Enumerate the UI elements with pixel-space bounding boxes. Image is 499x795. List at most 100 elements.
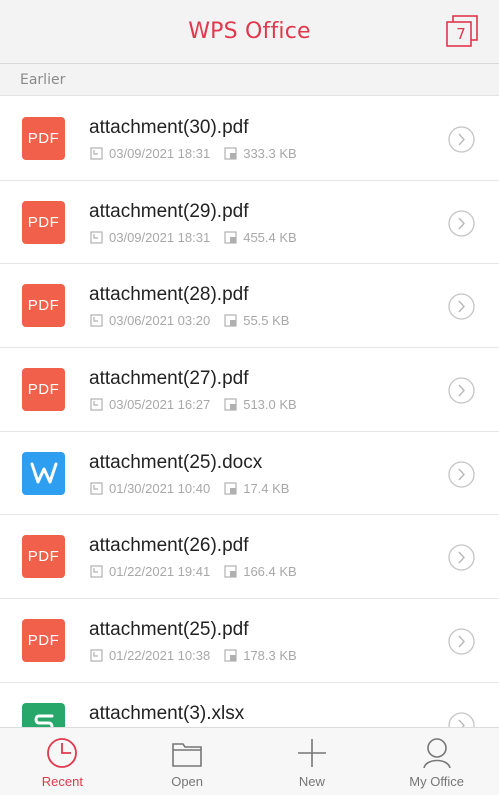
clock-small-icon [90, 649, 103, 662]
file-date: 03/05/2021 16:27 [109, 397, 211, 413]
nav-new-label: New [298, 774, 325, 789]
file-details-button[interactable] [448, 712, 475, 727]
file-row[interactable]: PDF attachment(28).pdf 03/06/2021 03:20 55.… [0, 264, 499, 349]
file-name: attachment(25).docx [89, 451, 263, 473]
file-row[interactable]: PDF attachment(25).pdf 01/22/2021 10:38 178… [0, 599, 499, 683]
file-meta: 03/06/2021 03:20 55.5 KB [90, 313, 289, 328]
bottom-nav: Recent Open New My Office [0, 727, 499, 795]
pdf-icon-label: PDF [27, 297, 60, 315]
pdf-icon-label: PDF [27, 130, 60, 147]
file-size: 455.4 KB [243, 229, 297, 245]
nav-my-office-label: My Office [409, 774, 464, 789]
xlsx-file-icon [22, 702, 65, 727]
nav-my-office[interactable]: My Office [374, 728, 499, 795]
file-size: 178.3 KB [243, 648, 297, 664]
file-date: 03/06/2021 03:20 [109, 313, 211, 329]
chevron-right-icon [448, 628, 475, 655]
user-icon [422, 738, 451, 769]
file-row[interactable]: PDF attachment(26).pdf 01/22/2021 19:41 166… [0, 515, 499, 600]
file-size-icon [224, 482, 237, 495]
file-size: 333.3 KB [243, 146, 297, 161]
nav-open[interactable]: Open [125, 728, 250, 795]
clock-small-icon [90, 314, 103, 327]
file-size: 513.0 KB [243, 397, 297, 413]
pdf-file-icon: PDF [22, 200, 65, 244]
wps-writer-glyph [30, 462, 57, 484]
tab-counter-button[interactable]: 7 [445, 14, 479, 48]
pdf-file-icon: PDF [22, 535, 65, 579]
file-details-button[interactable] [448, 544, 475, 572]
app-title: WPS Office [188, 19, 311, 44]
chevron-right-icon [448, 377, 475, 404]
file-details-button[interactable] [448, 628, 475, 655]
docx-file-icon [22, 451, 65, 495]
file-name: attachment(26).pdf [89, 535, 249, 557]
file-name: attachment(29).pdf [89, 200, 249, 222]
file-date: 01/22/2021 19:41 [109, 564, 211, 580]
file-name: attachment(30).pdf [89, 117, 249, 138]
file-details-button[interactable] [448, 461, 475, 488]
plus-icon [297, 739, 326, 767]
clock-small-icon [90, 398, 103, 411]
pdf-file-icon: PDF [22, 368, 65, 412]
file-size: 166.4 KB [243, 564, 297, 580]
nav-recent[interactable]: Recent [0, 728, 125, 795]
file-date: 03/09/2021 18:31 [109, 146, 211, 161]
file-size-icon [224, 314, 237, 327]
nav-new[interactable]: New [250, 728, 375, 795]
recent-files-list: PDF attachment(30).pdf 03/09/2021 18:31 333… [0, 97, 499, 727]
file-name: attachment(25).pdf [89, 619, 249, 641]
clock-small-icon [90, 482, 103, 495]
file-size-icon [224, 398, 237, 411]
file-size-icon [224, 231, 237, 244]
wps-sheet-glyph [34, 714, 53, 727]
file-name: attachment(28).pdf [89, 284, 249, 306]
file-date: 03/09/2021 18:31 [109, 229, 211, 245]
file-size-icon [224, 147, 237, 160]
file-row[interactable]: PDF attachment(27).pdf 03/05/2021 16:27 513… [0, 348, 499, 432]
file-meta: 01/22/2021 10:38 178.3 KB [90, 648, 297, 663]
folder-icon [172, 743, 202, 767]
file-name: attachment(3).xlsx [89, 702, 245, 724]
file-row[interactable]: PDF attachment(29).pdf 03/09/2021 18:31 455… [0, 181, 499, 265]
pdf-icon-label: PDF [27, 381, 60, 399]
file-size: 17.4 KB [243, 480, 290, 496]
clock-small-icon [90, 231, 103, 244]
chevron-right-icon [448, 210, 475, 237]
pdf-file-icon: PDF [22, 284, 65, 328]
app-header: WPS Office 7 [0, 0, 499, 64]
file-date: 01/22/2021 10:38 [109, 648, 211, 664]
file-details-button[interactable] [448, 293, 475, 321]
chevron-right-icon [448, 461, 475, 488]
nav-open-label: Open [171, 774, 204, 789]
pdf-icon-label: PDF [27, 548, 60, 566]
file-details-button[interactable] [448, 377, 475, 404]
file-name: attachment(27).pdf [89, 368, 249, 390]
clock-small-icon [90, 147, 103, 160]
chevron-right-icon [448, 544, 475, 572]
file-size-icon [224, 649, 237, 662]
nav-recent-label: Recent [41, 774, 83, 789]
file-size: 55.5 KB [243, 313, 290, 329]
pdf-icon-label: PDF [27, 213, 60, 231]
pdf-file-icon: PDF [22, 117, 65, 160]
clock-small-icon [90, 565, 103, 579]
file-row[interactable]: attachment(25).docx 01/30/2021 10:40 17.4 … [0, 432, 499, 516]
file-row[interactable]: PDF attachment(30).pdf 03/09/2021 18:31 333… [0, 97, 499, 181]
file-meta: 03/05/2021 16:27 513.0 KB [90, 397, 297, 412]
file-meta: 01/22/2021 19:41 166.4 KB [90, 564, 297, 579]
clock-icon [47, 738, 78, 768]
file-meta: 03/09/2021 18:31 333.3 KB [90, 146, 297, 161]
file-details-button[interactable] [448, 210, 475, 237]
file-meta: 01/30/2021 10:40 17.4 KB [90, 481, 289, 496]
chevron-right-icon [448, 293, 475, 321]
file-size-icon [224, 565, 237, 579]
chevron-right-icon [448, 126, 475, 153]
section-label-earlier: Earlier [0, 64, 499, 96]
tab-count: 7 [456, 25, 466, 43]
file-row[interactable]: attachment(3).xlsx [0, 683, 499, 727]
file-meta: 03/09/2021 18:31 455.4 KB [90, 230, 297, 245]
pdf-icon-label: PDF [27, 632, 60, 650]
pdf-file-icon: PDF [22, 619, 65, 663]
file-details-button[interactable] [448, 126, 475, 153]
